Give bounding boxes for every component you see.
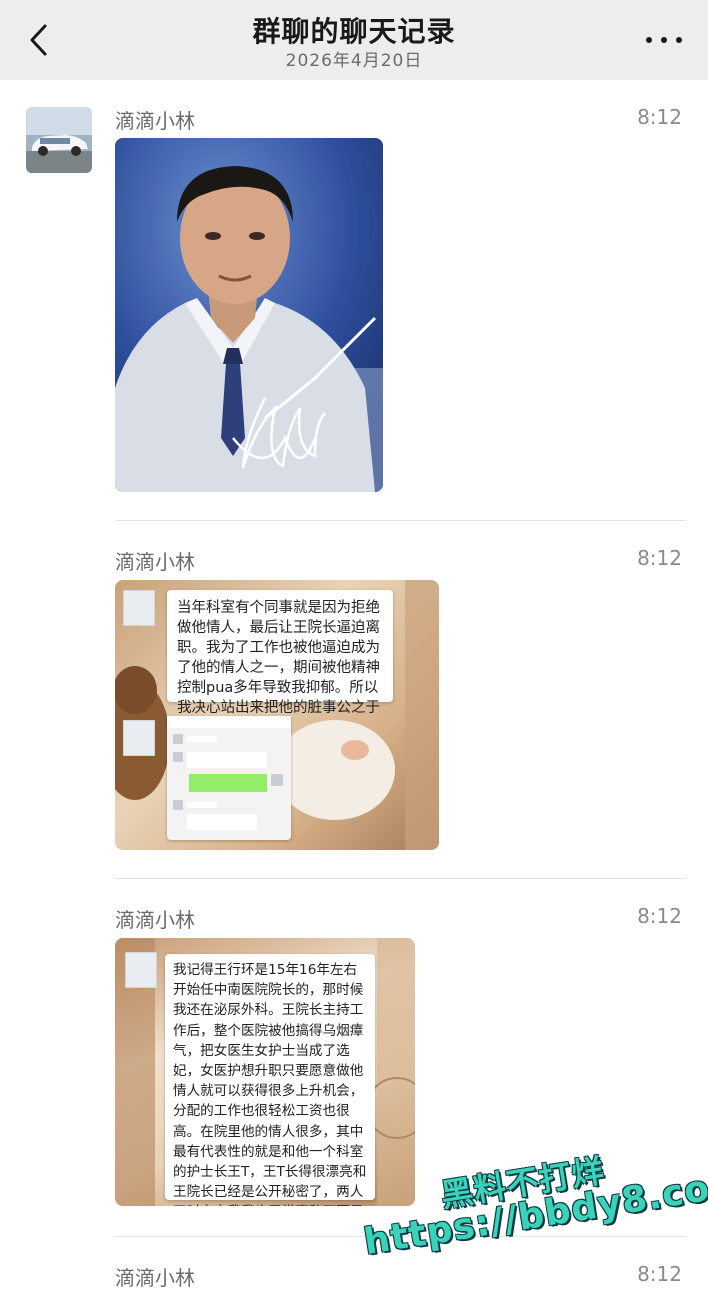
sender-name: 滴滴小林 bbox=[115, 109, 195, 133]
photo-message[interactable]: 当年科室有个同事就是因为拒绝做他情人，最后让王院长逼迫离职。我为了工作也被他逼迫… bbox=[115, 580, 439, 850]
photo-message[interactable]: 我记得王行环是15年16年左右开始任中南医院院长的，那时候我还在泌尿外科。王院长… bbox=[115, 938, 415, 1206]
more-icon-dot bbox=[661, 37, 667, 43]
sender-name: 滴滴小林 bbox=[115, 550, 195, 574]
page-title: 群聊的聊天记录 bbox=[252, 15, 456, 48]
embedded-screenshot bbox=[167, 716, 291, 840]
sender-name: 滴滴小林 bbox=[115, 908, 195, 932]
message-card: 当年科室有个同事就是因为拒绝做他情人，最后让王院长逼迫离职。我为了工作也被他逼迫… bbox=[167, 590, 393, 736]
chat-message: 滴滴小林 8:12 bbox=[0, 100, 708, 520]
avatar[interactable] bbox=[26, 107, 92, 173]
message-divider bbox=[115, 520, 686, 521]
message-time: 8:12 bbox=[637, 1262, 682, 1286]
chat-message: 滴滴小林 8:12 bbox=[0, 1256, 708, 1290]
more-options-button[interactable] bbox=[646, 30, 682, 50]
sender-name: 滴滴小林 bbox=[115, 1266, 195, 1290]
card-text: 我记得王行环是15年16年左右开始任中南医院院长的，那时候我还在泌尿外科。王院长… bbox=[173, 962, 367, 1206]
car-avatar-image bbox=[26, 107, 92, 173]
chat-header: 群聊的聊天记录 2026年4月20日 bbox=[0, 0, 708, 80]
mini-avatar-image bbox=[123, 720, 155, 756]
message-time: 8:12 bbox=[637, 904, 682, 928]
mini-avatar-image bbox=[123, 590, 155, 626]
more-icon-dot bbox=[646, 37, 652, 43]
doctor-portrait-image bbox=[115, 138, 383, 492]
message-time: 8:12 bbox=[637, 546, 682, 570]
message-time: 8:12 bbox=[637, 105, 682, 129]
message-card: 我记得王行环是15年16年左右开始任中南医院院长的，那时候我还在泌尿外科。王院长… bbox=[165, 954, 375, 1206]
message-divider bbox=[115, 878, 686, 879]
photo-message[interactable] bbox=[115, 138, 383, 492]
mini-avatar-image bbox=[125, 952, 157, 988]
page-date: 2026年4月20日 bbox=[285, 51, 423, 71]
chat-screenshot-image bbox=[167, 716, 291, 830]
more-icon-dot bbox=[676, 37, 682, 43]
chat-message: 滴滴小林 8:12 当年科室有个同事就是因为拒绝做他情人，最后让王院长逼迫离职。… bbox=[0, 540, 708, 860]
